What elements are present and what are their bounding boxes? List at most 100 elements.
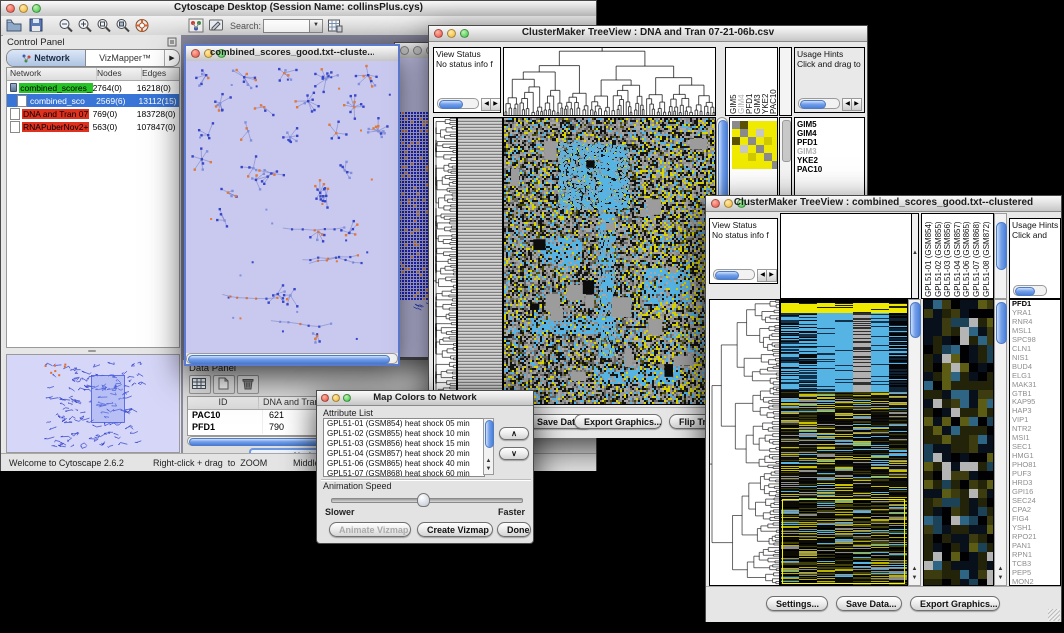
scroll-up-icon[interactable]: ▲ [909,566,920,573]
tv2-title-bar[interactable]: ClusterMaker TreeView : combined_scores_… [706,196,1061,212]
tv1-row-label[interactable]: PAC10 [797,165,864,174]
tv2-hints-hscrollbar[interactable] [1013,285,1047,296]
attribute-list-vscrollbar[interactable]: ▲ ▼ [483,418,494,475]
import-table-icon[interactable] [327,18,343,33]
close-icon[interactable] [434,29,443,38]
attribute-list-item[interactable]: GPL51-03 (GSM856) heat shock 15 min [324,439,484,449]
create-vizmap-button[interactable]: Create Vizmap [417,522,493,537]
tab-vizmapper[interactable]: VizMapper™ [86,50,164,66]
minimize-icon[interactable] [332,394,340,402]
search-input[interactable] [263,19,311,33]
main-title-bar[interactable]: Cytoscape Desktop (Session Name: collins… [1,1,596,17]
scroll-up-icon[interactable]: ▲ [484,458,493,465]
save-session-icon[interactable] [28,18,44,33]
tv2-settings-button[interactable]: Settings... [766,596,828,611]
tv1-column-dendrogram[interactable] [503,47,716,116]
col-header-nodes[interactable]: Nodes [97,68,142,80]
delete-attribute-button[interactable] [237,375,259,394]
tv2-global-heatmap[interactable] [780,299,908,586]
close-icon[interactable] [191,49,200,58]
tv2-column-dendrogram-area[interactable] [780,213,912,299]
close-icon[interactable] [321,394,329,402]
tv1-column-dendrogram-canvas[interactable] [504,48,715,115]
zoom-fit-icon[interactable] [96,18,112,33]
vizmapper-icon[interactable] [188,18,204,33]
tab-overflow-button[interactable]: ▶ [164,50,179,66]
tv1-row-label[interactable]: GIM4 [797,129,864,138]
scroll-up-icon[interactable]: ▲ [995,566,1006,573]
close-icon[interactable] [400,46,409,55]
tv1-heatmap-canvas[interactable] [504,118,715,404]
close-icon[interactable] [711,199,720,208]
scroll-down-icon[interactable]: ▼ [909,575,920,582]
panel-split-handle[interactable] [6,348,178,353]
animation-speed-slider-thumb[interactable] [417,493,430,507]
network-view-canvas[interactable] [186,61,398,353]
scroll-right-icon[interactable]: ▶ [490,98,501,111]
scroll-right-icon[interactable]: ▶ [766,269,777,282]
network-table-row[interactable]: combined_sco2569(6)13112(15) [7,94,179,107]
move-attribute-up-button[interactable]: ∧ [499,427,529,440]
animate-vizmap-button[interactable]: Animate Vizmap [329,522,411,537]
tv1-row-label[interactable]: YKE2 [797,156,864,165]
tv2-zoom-heatmap[interactable] [923,299,994,586]
close-icon[interactable] [6,4,15,13]
zoom-selected-icon[interactable] [115,18,131,33]
annotation-icon[interactable] [208,18,224,33]
tv2-zoom-vscroll-thumb[interactable] [996,302,1007,344]
float-panel-icon[interactable] [167,37,177,47]
dp-col-id[interactable]: ID [188,397,259,409]
network-table-row[interactable]: RNAPuberNov2+563(0)107847(0) [7,120,179,133]
tv1-heatmap[interactable] [503,117,716,405]
attribute-list-item[interactable]: GPL51-02 (GSM855) heat shock 10 min [324,429,484,439]
tv2-global-heatmap-canvas[interactable] [781,300,907,585]
help-lifebuoy-icon[interactable] [134,18,150,33]
network-view[interactable] [186,61,398,353]
tv1-hints-hscrollbar[interactable] [798,98,840,109]
network-table-row[interactable]: combined_scores_2764(0)16218(0) [7,81,179,94]
tv1-row-dendrogram-canvas[interactable] [434,118,456,404]
network-table-row[interactable]: DNA and Tran 07769(0)183728(0) [7,107,179,120]
zoom-out-icon[interactable] [58,18,74,33]
tv2-zoom-vscrollbar[interactable]: ▲ ▼ [994,299,1007,586]
network-table-header[interactable]: Network Nodes Edges [7,68,179,81]
col-header-edges[interactable]: Edges [142,68,179,80]
attribute-list-item[interactable]: GPL51-04 (GSM857) heat shock 20 min [324,449,484,459]
network-overview-canvas[interactable] [7,355,177,450]
net1-hscroll-thumb[interactable] [188,355,390,364]
zoom-in-icon[interactable] [77,18,93,33]
tv2-zoom-heatmap-canvas[interactable] [924,300,993,585]
col-header-network[interactable]: Network [7,68,97,80]
attribute-listbox[interactable]: GPL51-01 (GSM854) heat shock 05 minGPL51… [323,418,485,477]
tv2-heatmap-vscrollbar[interactable]: ▲ ▼ [908,299,921,586]
tv2-labels-vscroll-thumb[interactable] [996,222,1007,270]
tv2-save-data-button[interactable]: Save Data... [836,596,902,611]
tv1-row-label[interactable]: PFD1 [797,138,864,147]
tv1-row-label[interactable]: GIM3 [797,147,864,156]
scroll-down-icon[interactable]: ▼ [995,575,1006,582]
attribute-list-item[interactable]: GPL51-06 (GSM865) heat shock 40 min [324,459,484,469]
tv1-status-hscrollbar[interactable] [437,98,479,109]
minimize-icon[interactable] [413,46,422,55]
net1-hscrollbar[interactable] [186,353,398,364]
tv1-similarity-matrix[interactable] [732,121,778,169]
scroll-right-icon[interactable]: ▶ [851,98,862,111]
tv1-title-bar[interactable]: ClusterMaker TreeView : DNA and Tran 07-… [429,26,867,42]
tv2-row-dendrogram-canvas[interactable] [710,300,779,585]
move-attribute-down-button[interactable]: ∨ [499,447,529,460]
tab-network[interactable]: Network [7,50,86,66]
attribute-list-item[interactable]: GPL51-07 (GSM868) heat shock 60 min [324,469,484,477]
done-button[interactable]: Done [497,522,531,537]
resize-grip[interactable] [1048,609,1060,621]
net1-title-bar[interactable]: combined_scores_good.txt--cluste... [186,46,398,62]
map-dialog-title-bar[interactable]: Map Colors to Network [317,391,533,406]
search-dropdown-arrow-icon[interactable]: ▼ [309,19,323,33]
tv2-status-hscrollbar[interactable] [713,269,755,280]
select-attributes-button[interactable] [189,375,211,394]
open-session-icon[interactable] [6,18,22,33]
network-overview-panel[interactable] [6,354,180,453]
tv2-row-dendrogram[interactable] [709,299,780,586]
tv1-row-label[interactable]: GIM5 [797,120,864,129]
tv2-labels-vscrollbar[interactable] [994,213,1007,299]
tv1-export-graphics-button[interactable]: Export Graphics... [574,414,662,429]
